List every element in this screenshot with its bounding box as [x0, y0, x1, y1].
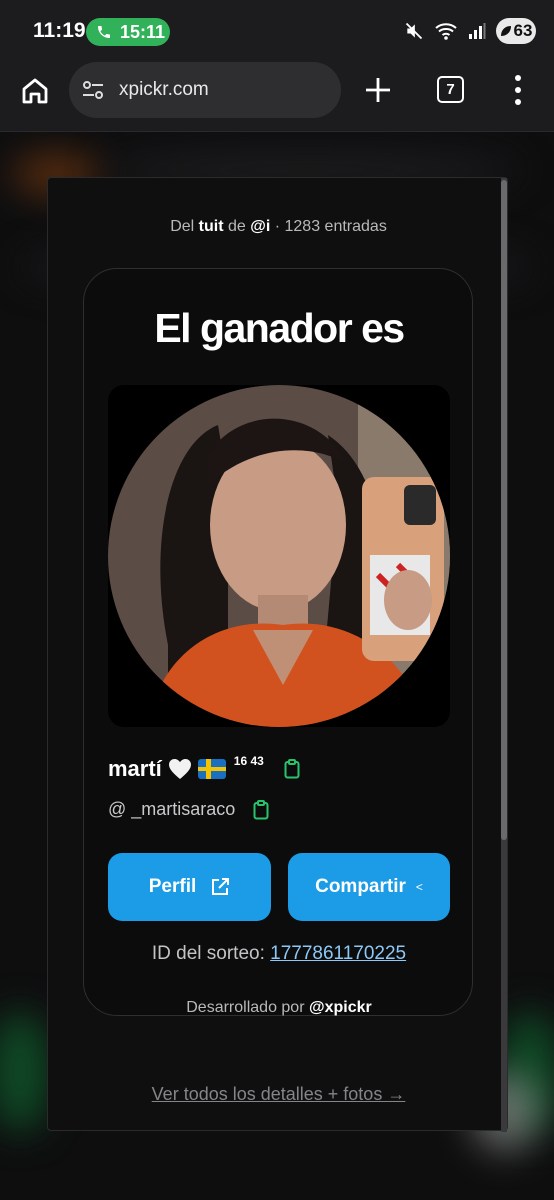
signal-icon — [469, 23, 486, 39]
status-bar: 11:19 15:11 63 — [0, 0, 554, 62]
mute-icon — [405, 22, 423, 40]
profile-button[interactable]: Perfil — [108, 853, 271, 921]
battery-level: 63 — [513, 21, 533, 40]
plus-icon[interactable] — [364, 76, 392, 104]
call-timer: 15:11 — [120, 21, 166, 42]
battery-saver-icon — [500, 26, 511, 36]
raffle-id-link[interactable]: 1777861170225 — [270, 943, 406, 964]
background-blur-green — [0, 1012, 50, 1132]
status-icons: 63 — [404, 18, 536, 44]
winner-handle-row: @ _martisaraco — [108, 799, 269, 820]
active-call-pill[interactable]: 15:11 — [86, 18, 170, 46]
wifi-icon — [435, 23, 457, 40]
developer-credit: Desarrollado por @xpickr — [186, 999, 372, 1016]
entries-summary: Del tuit de @i · 1283 entradas — [170, 218, 387, 235]
developer-handle-link[interactable]: @xpickr — [309, 999, 372, 1016]
battery-indicator: 63 — [496, 18, 536, 44]
copy-icon[interactable] — [253, 799, 269, 820]
tab-switcher-button[interactable]: 7 — [437, 76, 464, 103]
winner-name: martí — [108, 756, 162, 781]
share-glyph: < — [415, 880, 423, 894]
winner-handle: @ _martisaraco — [108, 799, 236, 819]
status-time: 11:19 — [33, 19, 86, 42]
copy-icon[interactable] — [284, 759, 300, 779]
scrollbar-thumb[interactable] — [501, 180, 507, 840]
home-icon[interactable] — [20, 76, 50, 106]
share-button[interactable]: Compartir < — [288, 853, 450, 921]
winner-modal: Del tuit de @i · 1283 entradas El ganado… — [47, 177, 509, 1132]
phone-icon — [98, 26, 110, 38]
winner-avatar[interactable] — [108, 385, 450, 727]
external-link-icon — [212, 878, 230, 895]
winner-name-row: martí 16 43 — [108, 754, 300, 782]
modal-scrollbar[interactable] — [501, 178, 507, 1132]
raffle-id-row: ID del sorteo: 1777861170225 — [84, 943, 474, 965]
more-icon[interactable] — [512, 74, 524, 106]
winner-title: El ganador es — [154, 305, 405, 351]
share-button-label: Compartir — [315, 876, 406, 897]
raffle-id-label: ID del sorteo: — [151, 943, 265, 964]
profile-button-label: Perfil — [148, 876, 197, 897]
winner-card: El ganador es martí 16 43 @ _martisaraco… — [83, 268, 473, 1016]
avatar-frame — [108, 385, 450, 727]
white-heart-icon — [168, 759, 191, 779]
address-bar[interactable]: xpickr.com — [69, 62, 341, 118]
sweden-flag-icon — [197, 759, 226, 779]
view-details-link[interactable]: Ver todos los detalles + fotos → — [48, 1084, 509, 1105]
site-settings-icon[interactable] — [81, 79, 105, 101]
winner-name-superscript: 16 43 — [233, 754, 264, 768]
url-text[interactable]: xpickr.com — [119, 79, 209, 101]
browser-toolbar: xpickr.com 7 — [0, 62, 554, 132]
